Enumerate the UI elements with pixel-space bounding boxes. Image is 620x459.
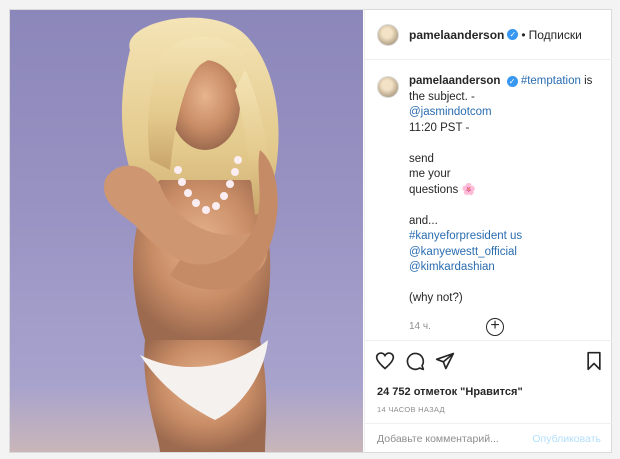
caption-line: and...: [409, 214, 438, 227]
post-side-panel: pamelaanderson ✓ • Подписки pamelaanders…: [364, 10, 613, 452]
mention-link[interactable]: @jasmindotcom: [409, 105, 592, 121]
hashtag-link[interactable]: #temptation: [521, 75, 581, 87]
caption-text: is: [580, 75, 593, 87]
mention-link[interactable]: @kimkardashian: [409, 260, 592, 276]
heart-icon[interactable]: [375, 351, 395, 376]
bookmark-icon[interactable]: [585, 351, 603, 376]
hashtag-link[interactable]: #kanyeforpresident us: [409, 229, 592, 245]
flower-emoji-icon: 🌸: [461, 183, 476, 196]
follow-button[interactable]: Подписки: [529, 28, 582, 42]
share-icon[interactable]: [435, 351, 455, 376]
caption-body: pamelaanderson ✓ #temptation is the subj…: [409, 74, 592, 334]
caption-avatar[interactable]: [377, 76, 399, 98]
post-actions: 24 752 отметок "Нравится" 14 ЧАСОВ НАЗАД…: [365, 340, 613, 452]
add-reply-icon[interactable]: +: [486, 318, 504, 336]
caption-username[interactable]: pamelaanderson: [409, 75, 500, 87]
caption-line: (why not?): [409, 292, 463, 304]
caption-line: me your: [409, 168, 451, 180]
action-icons: [375, 351, 603, 373]
instagram-post: pamelaanderson ✓ • Подписки pamelaanders…: [9, 9, 613, 453]
verified-badge-icon: ✓: [507, 29, 519, 40]
comment-input[interactable]: Добавьте комментарий...: [377, 433, 532, 445]
separator-dot: •: [521, 27, 526, 42]
caption-line: send: [409, 152, 434, 165]
caption-text: questions: [409, 183, 459, 196]
post-header: pamelaanderson ✓ • Подписки: [365, 10, 612, 60]
avatar[interactable]: [377, 23, 399, 46]
caption-line: questions 🌸: [409, 183, 592, 199]
caption-line: the subject. -: [409, 90, 475, 103]
caption-line: pamelaanderson ✓ #temptation is: [409, 74, 592, 90]
username-link[interactable]: pamelaanderson: [409, 28, 504, 42]
caption-line: 11:20 PST -: [409, 121, 470, 134]
likes-count[interactable]: 24 752 отметок "Нравится": [377, 386, 523, 398]
post-time[interactable]: 14 ЧАСОВ НАЗАД: [377, 405, 445, 414]
verified-badge-icon: ✓: [506, 76, 518, 87]
mention-link[interactable]: @kanyewestt_official: [409, 245, 592, 261]
photo-illustration: [104, 17, 279, 452]
comment-icon[interactable]: [405, 351, 425, 376]
publish-button[interactable]: Опубликовать: [532, 433, 601, 445]
post-photo[interactable]: [10, 10, 363, 452]
comment-bar: Добавьте комментарий... Опубликовать: [365, 423, 613, 453]
caption: pamelaanderson ✓ #temptation is the subj…: [377, 74, 607, 334]
